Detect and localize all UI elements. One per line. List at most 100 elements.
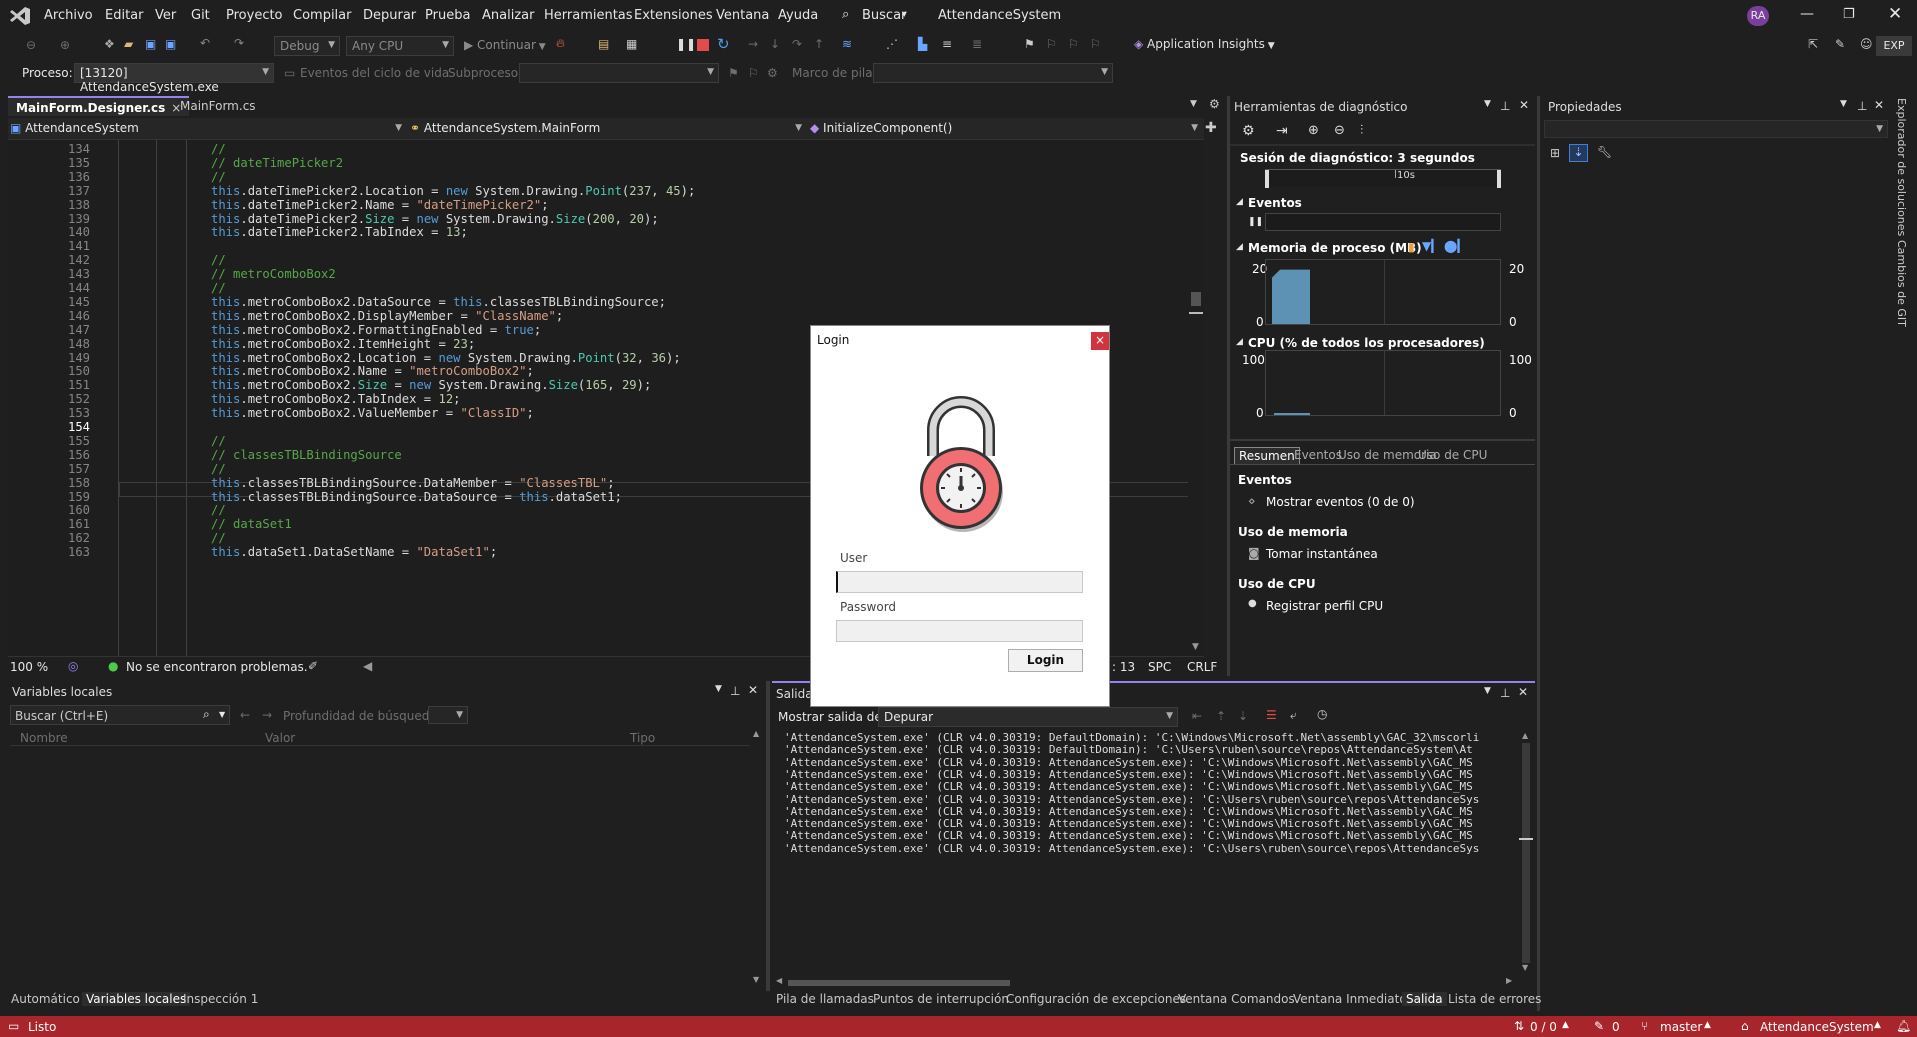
open-folder-icon[interactable]: ▰ xyxy=(124,37,133,51)
chevron-down-icon[interactable]: ▼ xyxy=(219,710,225,719)
locals-scrollbar[interactable]: ▲ ▼ xyxy=(750,729,764,989)
solution-name[interactable]: AttendanceSystem xyxy=(1760,1020,1874,1034)
scroll-left-icon[interactable]: ◀ xyxy=(776,976,782,985)
close-panel-icon[interactable]: ✕ xyxy=(1519,98,1529,112)
splitter[interactable] xyxy=(766,681,770,991)
code-line[interactable]: this.metroComboBox2.Location = new Syste… xyxy=(211,351,681,365)
scrollbar-thumb[interactable] xyxy=(1522,743,1530,963)
code-line[interactable]: // xyxy=(211,281,226,295)
threads-icon[interactable]: ⚙ xyxy=(767,66,778,80)
status-info-icon[interactable]: ▭ xyxy=(8,1019,19,1033)
menu-herramientas[interactable]: Herramientas xyxy=(544,8,633,23)
tab-resumen[interactable]: Resumen xyxy=(1234,447,1300,465)
sync-arrows-icon[interactable]: ⇅ xyxy=(1514,1019,1524,1033)
code-line[interactable]: this.dateTimePicker2.Name = "dateTimePic… xyxy=(211,198,549,212)
chevron-down-icon[interactable]: ▼ xyxy=(715,684,722,694)
take-snapshot-link[interactable]: Tomar instantánea xyxy=(1266,547,1378,561)
undo-icon[interactable]: ↶ xyxy=(200,36,210,50)
menu-ver[interactable]: Ver xyxy=(155,8,176,23)
code-line[interactable]: // xyxy=(211,434,226,448)
cpu-graph[interactable] xyxy=(1265,350,1501,416)
platform-dropdown[interactable]: Any CPU ▼ xyxy=(346,36,454,56)
tab-call-stack[interactable]: Pila de llamadas xyxy=(776,992,874,1006)
comment-icon[interactable]: ≡ xyxy=(942,37,952,51)
scroll-up-icon[interactable]: ▲ xyxy=(1522,731,1528,740)
application-insights-button[interactable]: ◈ Application Insights ▼ xyxy=(1134,37,1275,51)
code-line[interactable]: // metroComboBox2 xyxy=(211,267,336,281)
sync-count[interactable]: 0 / 0 xyxy=(1530,1020,1557,1034)
tab-immediate-window[interactable]: Ventana Inmediato xyxy=(1293,992,1407,1006)
code-line[interactable]: this.classesTBLBindingSource.DataMember … xyxy=(211,476,615,490)
code-line[interactable]: // xyxy=(211,503,226,517)
output-hscrollbar[interactable]: ◀ ▶ xyxy=(776,976,1518,990)
close-dialog-button[interactable]: × xyxy=(1091,332,1109,350)
step-into-icon[interactable]: ↓ xyxy=(770,37,780,51)
settings-gear-icon[interactable]: ⚙ xyxy=(1209,97,1220,111)
diagnostics-icon[interactable]: ≋ xyxy=(842,37,852,51)
timeline-end-handle[interactable] xyxy=(1497,170,1501,188)
scroll-left-icon[interactable]: ◀ xyxy=(363,659,372,673)
line-ending-indicator[interactable]: CRLF xyxy=(1187,660,1217,674)
scroll-up-icon[interactable]: ▲ xyxy=(753,729,759,738)
settings-gear-icon[interactable]: ⚙ xyxy=(1242,123,1255,139)
configuration-dropdown[interactable]: Debug ▼ xyxy=(274,36,340,56)
tab-breakpoints[interactable]: Puntos de interrupción xyxy=(873,992,1009,1006)
continue-button[interactable]: ▶ Continuar ▼ xyxy=(464,38,546,52)
editor-scrollbar[interactable]: ▼ xyxy=(1188,140,1204,656)
pending-changes-count[interactable]: 0 xyxy=(1612,1020,1620,1034)
pin-icon[interactable]: ⊥ xyxy=(1857,99,1867,113)
tab-exception-settings[interactable]: Configuración de excepciones xyxy=(1006,992,1186,1006)
zoom-in-icon[interactable]: ⊕ xyxy=(1308,123,1319,138)
windows-icon[interactable]: ▦ xyxy=(626,37,637,51)
split-editor-icon[interactable]: ✚ xyxy=(1205,120,1217,136)
code-line[interactable]: // dateTimePicker2 xyxy=(211,156,343,170)
pause-events-icon[interactable]: ❚❚ xyxy=(1248,217,1263,227)
tab-solution-explorer[interactable]: Explorador de soluciones xyxy=(1895,98,1908,236)
tab-error-list[interactable]: Lista de errores xyxy=(1448,992,1541,1006)
tab-inspeccion[interactable]: Inspección 1 xyxy=(183,992,258,1006)
process-dropdown[interactable]: [13120] AttendanceSystem.exe ▼ xyxy=(74,63,274,94)
collapse-icon[interactable]: ◢ xyxy=(1236,337,1243,347)
menu-proyecto[interactable]: Proyecto xyxy=(226,8,283,23)
session-timeline[interactable]: 10s xyxy=(1265,169,1501,188)
splitter[interactable] xyxy=(1227,96,1230,676)
uncomment-icon[interactable]: ≣ xyxy=(972,37,982,51)
new-item-icon[interactable]: ❖ xyxy=(104,37,115,51)
tab-overflow-icon[interactable]: ▼ xyxy=(1190,99,1197,109)
subprocess-dropdown[interactable]: ▼ xyxy=(519,63,719,83)
code-line[interactable]: this.metroComboBox2.Name = "metroComboBo… xyxy=(211,364,534,378)
cleanup-brush-icon[interactable]: ✐ xyxy=(308,659,318,673)
tab-automatico[interactable]: Automático xyxy=(11,992,80,1006)
user-input[interactable] xyxy=(836,571,1083,593)
column-indicator[interactable]: : 13 xyxy=(1112,660,1135,674)
memory-graph[interactable] xyxy=(1265,259,1501,325)
output-source-dropdown[interactable]: Depurar ▼ xyxy=(878,707,1178,727)
chevron-down-icon[interactable]: ▼ xyxy=(1484,99,1491,109)
close-panel-icon[interactable]: ✕ xyxy=(1874,98,1884,112)
browse-icon[interactable]: ▤ xyxy=(598,37,609,51)
tab-eventos[interactable]: Eventos xyxy=(1294,448,1342,462)
branch-icon[interactable]: ⑂ xyxy=(1641,1019,1648,1033)
code-line[interactable]: this.metroComboBox2.DisplayMember = "Cla… xyxy=(211,309,563,323)
pin-icon[interactable]: ⊥ xyxy=(730,684,740,698)
pencil-icon[interactable]: ✎ xyxy=(1594,1019,1604,1033)
scroll-down-icon[interactable]: ▼ xyxy=(1192,642,1199,652)
solution-icon[interactable]: ⌂ xyxy=(1741,1019,1749,1033)
code-line[interactable]: // xyxy=(211,462,226,476)
minimize-icon[interactable]: — xyxy=(1800,6,1814,22)
next-bookmark-icon[interactable]: ⚐ xyxy=(1068,37,1079,51)
code-line[interactable]: this.dateTimePicker2.TabIndex = 13; xyxy=(211,225,468,239)
method-dropdown[interactable]: ◆ InitializeComponent() ▼ xyxy=(810,121,1202,135)
menu-ventana[interactable]: Ventana xyxy=(716,8,769,23)
collapse-icon[interactable]: ◢ xyxy=(1236,242,1243,252)
tab-mainform-designer[interactable]: MainForm.Designer.cs × xyxy=(8,96,190,116)
menu-archivo[interactable]: Archivo xyxy=(44,8,93,23)
pin-icon[interactable]: ⊥ xyxy=(1500,686,1510,700)
whitespace-indicator[interactable]: SPC xyxy=(1148,660,1171,674)
timestamp-icon[interactable]: ◷ xyxy=(1317,707,1327,721)
code-line[interactable]: this.classesTBLBindingSource.DataSource … xyxy=(211,490,622,504)
word-wrap-icon[interactable]: ⤶ xyxy=(1290,708,1297,723)
menu-prueba[interactable]: Prueba xyxy=(425,8,470,23)
code-line[interactable]: // xyxy=(211,531,226,545)
password-input[interactable] xyxy=(836,620,1083,642)
